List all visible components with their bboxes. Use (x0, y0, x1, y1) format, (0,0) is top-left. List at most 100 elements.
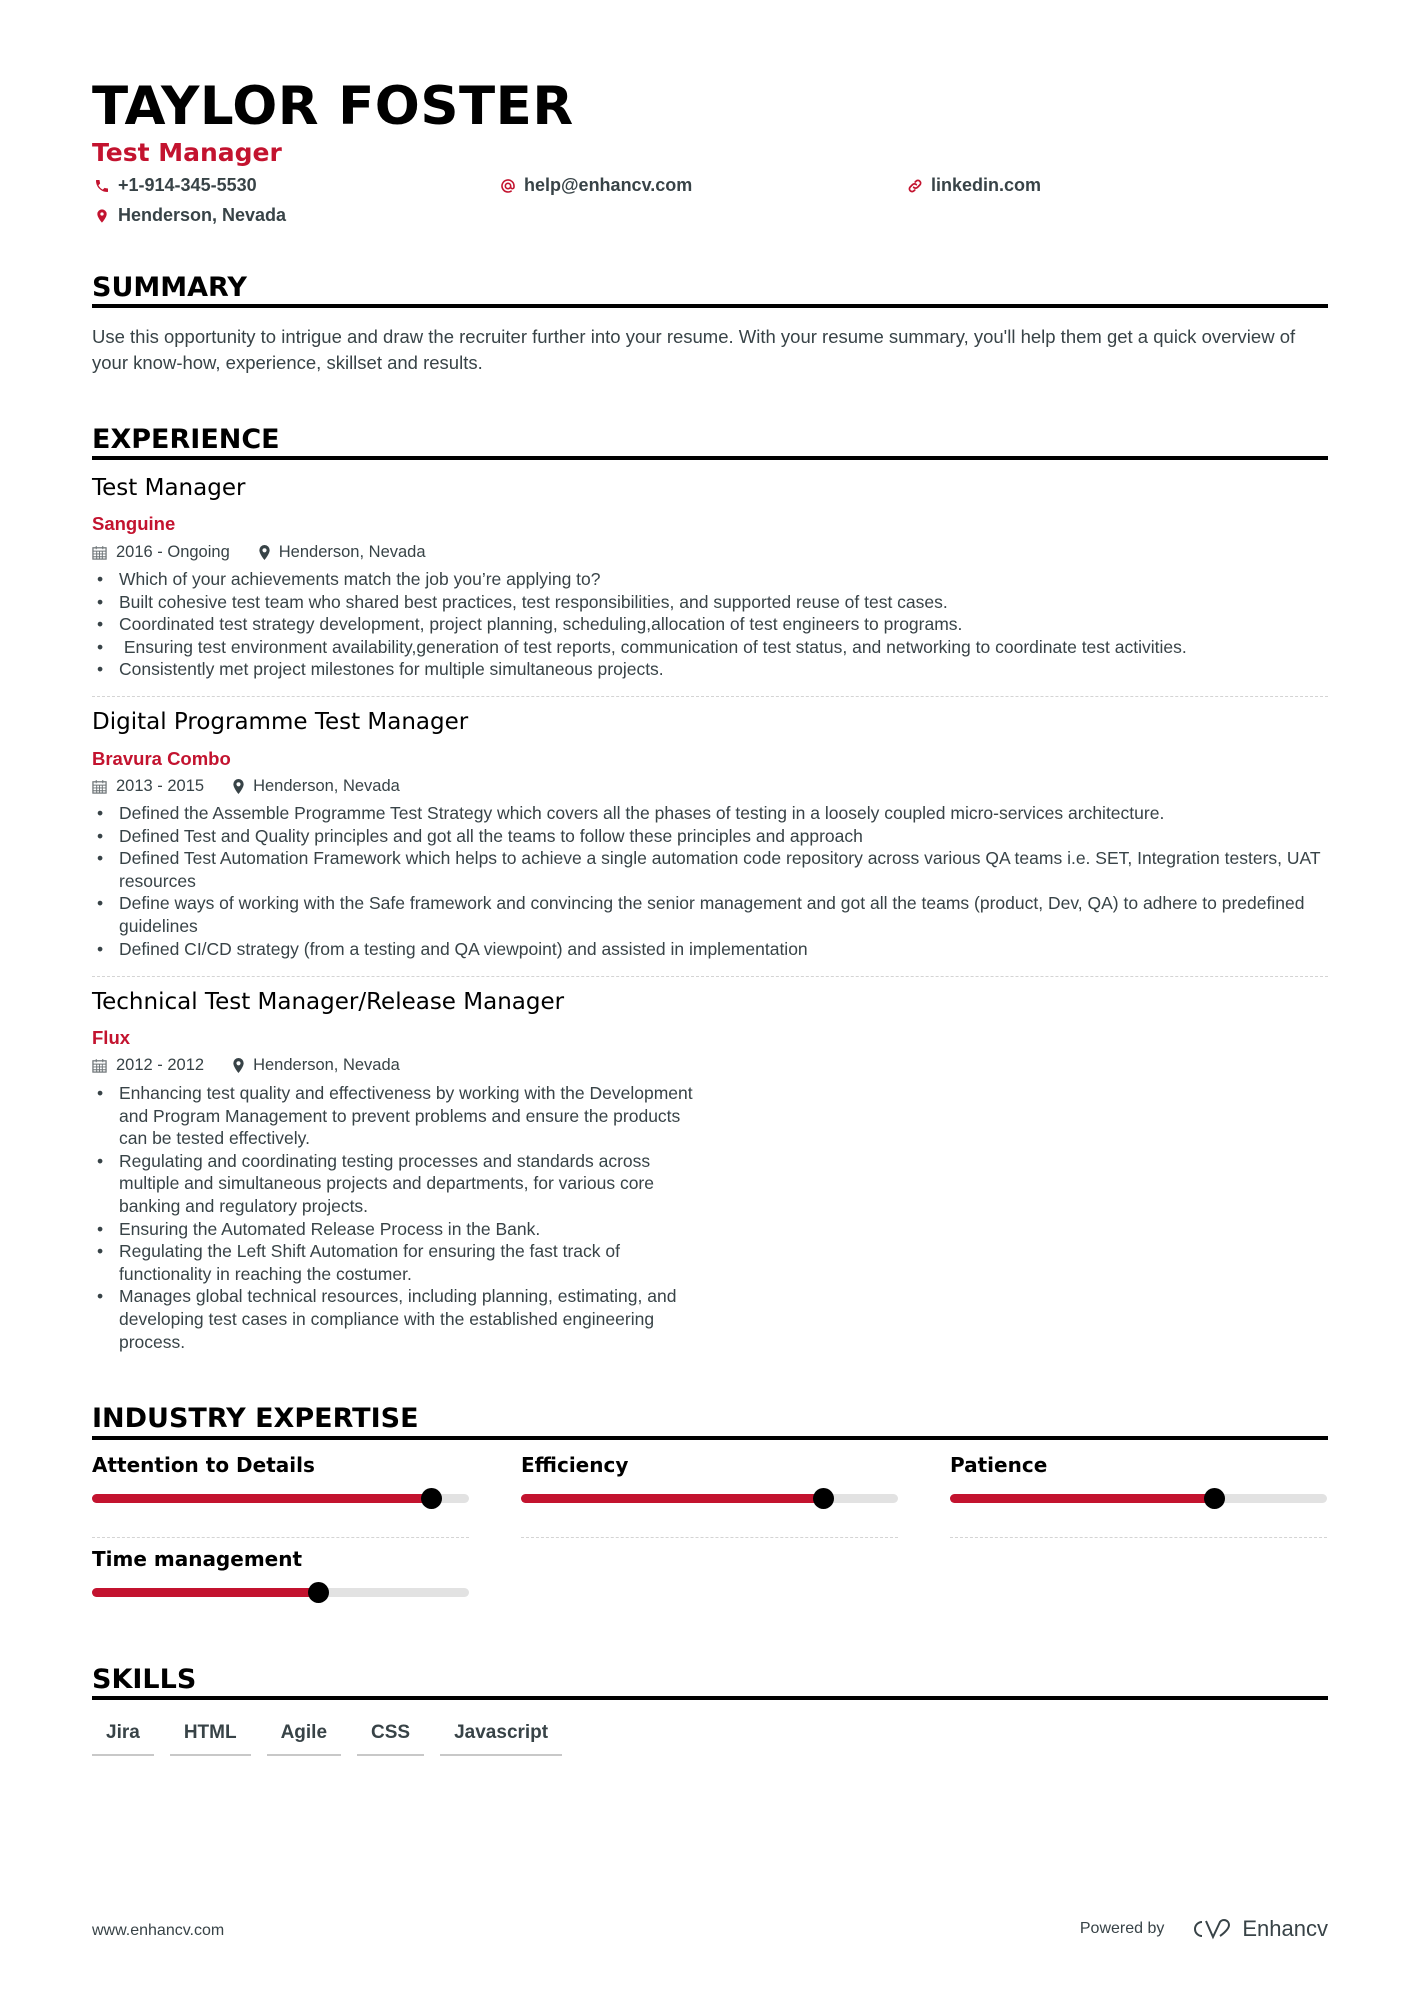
skill-tag: Javascript (440, 1722, 563, 1756)
contact-email[interactable]: help@enhancv.com (500, 175, 692, 196)
expertise-label: Patience (950, 1453, 1048, 1477)
location-pin-icon (233, 779, 244, 794)
bullet-item: Regulating the Left Shift Automation for… (92, 1240, 702, 1285)
skill-tag: CSS (357, 1722, 425, 1756)
link-text: linkedin.com (931, 175, 1042, 195)
job-bullets: Enhancing test quality and effectiveness… (92, 1082, 702, 1353)
job-title: Test Manager (92, 475, 246, 501)
calendar-icon (92, 1058, 107, 1073)
section-divider (92, 456, 1328, 460)
expertise-bar-knob (421, 1488, 443, 1509)
expertise-label: Time management (92, 1547, 303, 1571)
job-dates: 2012 - 2012 (116, 1056, 205, 1074)
section-title-expertise: INDUSTRY EXPERTISE (92, 1403, 419, 1434)
job-location-text: Henderson, Nevada (253, 1056, 400, 1074)
expertise-bar-knob (308, 1582, 330, 1603)
expertise-bar (521, 1488, 898, 1509)
job-dates: 2013 - 2015 (116, 777, 205, 795)
section-title-skills: SKILLS (92, 1664, 197, 1695)
expertise-item: Time management (92, 1547, 469, 1603)
bullet-item: Defined CI/CD strategy (from a testing a… (92, 938, 1342, 961)
bullet-item: Ensuring the Automated Release Process i… (92, 1218, 702, 1241)
bullet-item: Manages global technical resources, incl… (92, 1285, 702, 1353)
contact-link[interactable]: linkedin.com (907, 175, 1041, 196)
entry-separator (92, 976, 1328, 977)
job-meta: 2012 - 2012 Henderson, Nevada (92, 1056, 400, 1075)
expertise-bar-knob (1203, 1488, 1225, 1509)
skill-tag: Jira (92, 1722, 154, 1756)
expertise-bar-knob (812, 1488, 834, 1509)
skill-tag: HTML (169, 1722, 251, 1756)
job-location-text: Henderson, Nevada (278, 543, 426, 561)
entry-separator (950, 1537, 1327, 1538)
job-location: Henderson, Nevada (232, 777, 400, 796)
phone-text: +1-914-345-5530 (118, 175, 257, 195)
candidate-name: TAYLOR FOSTER (92, 76, 574, 137)
bullet-item: Ensuring test environment availability,g… (92, 636, 1342, 659)
contact-phone[interactable]: +1-914-345-5530 (94, 175, 257, 196)
expertise-item: Efficiency (521, 1453, 898, 1538)
bullet-item: Defined Test Automation Framework which … (92, 847, 1342, 892)
contact-location: Henderson, Nevada (94, 205, 286, 226)
powered-by-label: Powered by (1079, 1920, 1165, 1937)
brand-name: Enhancv (1242, 1916, 1328, 1941)
expertise-bar-fill (92, 1494, 432, 1503)
candidate-title: Test Manager (92, 138, 282, 167)
job-location: Henderson, Nevada (258, 543, 426, 562)
bullet-item: Defined Test and Quality principles and … (92, 825, 1342, 848)
entry-separator (92, 1537, 469, 1538)
location-text: Henderson, Nevada (118, 205, 287, 225)
company-name: Bravura Combo (92, 748, 231, 769)
location-pin-icon (233, 1058, 244, 1073)
expertise-item: Attention to Details (92, 1453, 469, 1538)
section-divider (92, 1436, 1328, 1440)
job-location-text: Henderson, Nevada (253, 777, 400, 795)
bullet-item: Coordinated test strategy development, p… (92, 613, 1342, 636)
company-name: Flux (92, 1027, 131, 1048)
link-icon (908, 179, 922, 192)
job-dates: 2016 - Ongoing (116, 543, 230, 561)
job-bullets: Defined the Assemble Programme Test Stra… (92, 802, 1342, 960)
bullet-item: Define ways of working with the Safe fra… (92, 892, 1342, 937)
section-divider (92, 304, 1328, 308)
phone-icon (96, 179, 108, 192)
footer-website[interactable]: www.enhancv.com (92, 1922, 224, 1940)
expertise-bar-fill (950, 1494, 1214, 1503)
bullet-item: Defined the Assemble Programme Test Stra… (92, 802, 1342, 825)
expertise-bar (950, 1488, 1327, 1509)
email-text: help@enhancv.com (524, 175, 693, 195)
job-location: Henderson, Nevada (232, 1056, 400, 1075)
footer-branding: Powered by Enhancv (1080, 1916, 1328, 1942)
skill-tag: Agile (266, 1722, 342, 1756)
expertise-bar-fill (92, 1588, 319, 1597)
at-icon (501, 178, 515, 193)
expertise-bar (92, 1582, 469, 1603)
bullet-item: Regulating and coordinating testing proc… (92, 1150, 702, 1218)
expertise-item: Patience (950, 1453, 1327, 1538)
section-title-summary: SUMMARY (92, 272, 247, 303)
location-pin-icon (97, 208, 107, 223)
calendar-icon (92, 545, 107, 560)
job-bullets: Which of your achievements match the job… (92, 568, 1342, 681)
expertise-label: Attention to Details (92, 1453, 315, 1477)
summary-text: Use this opportunity to intrigue and dra… (92, 326, 1296, 373)
bullet-item: Enhancing test quality and effectiveness… (92, 1082, 702, 1150)
bullet-item: Which of your achievements match the job… (92, 568, 1342, 591)
section-title-experience: EXPERIENCE (92, 424, 280, 455)
entry-separator (92, 696, 1328, 697)
location-pin-icon (259, 545, 270, 560)
company-name: Sanguine (92, 513, 176, 534)
enhancv-logo-icon (1194, 1919, 1231, 1940)
bullet-item: Consistently met project milestones for … (92, 658, 1342, 681)
expertise-bar (92, 1488, 469, 1509)
skills-list: Jira HTML Agile CSS Javascript (92, 1722, 563, 1756)
job-title: Digital Programme Test Manager (92, 709, 469, 735)
brand-logo[interactable]: Enhancv (1188, 1916, 1328, 1942)
bullet-item: Built cohesive test team who shared best… (92, 591, 1342, 614)
section-divider (92, 1696, 1328, 1700)
expertise-bar-fill (521, 1494, 823, 1503)
job-meta: 2016 - Ongoing Henderson, Nevada (92, 543, 426, 562)
expertise-label: Efficiency (521, 1453, 629, 1477)
calendar-icon (92, 779, 107, 794)
job-title: Technical Test Manager/Release Manager (92, 989, 565, 1015)
